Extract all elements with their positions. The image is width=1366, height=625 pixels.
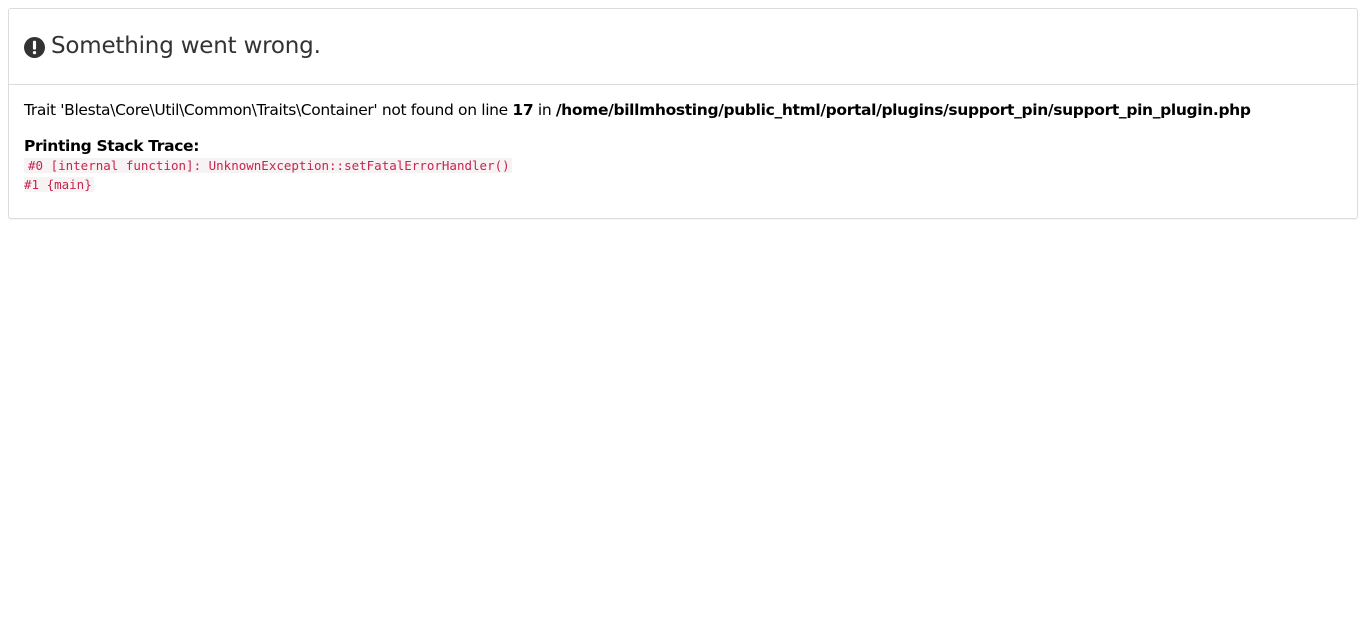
error-message: Trait 'Blesta\Core\Util\Common\Traits\Co… — [24, 99, 1342, 121]
error-panel: Something went wrong. Trait 'Blesta\Core… — [8, 8, 1358, 219]
exclamation-circle-icon — [24, 36, 45, 58]
error-message-in: in — [533, 101, 556, 119]
panel-body: Trait 'Blesta\Core\Util\Common\Traits\Co… — [9, 85, 1357, 218]
stack-trace-line: #1 {main} — [24, 177, 94, 192]
error-line-number: 17 — [512, 101, 534, 119]
error-message-text: Trait 'Blesta\Core\Util\Common\Traits\Co… — [24, 101, 513, 119]
error-file-path: /home/billmhosting/public_html/portal/pl… — [555, 101, 1251, 119]
stack-trace: #0 [internal function]: UnknownException… — [24, 156, 1342, 194]
stack-trace-title: Printing Stack Trace: — [24, 137, 200, 155]
stack-trace-line: #0 [internal function]: UnknownException… — [24, 156, 1342, 175]
panel-heading: Something went wrong. — [9, 9, 1357, 85]
page-title: Something went wrong. — [51, 33, 321, 59]
